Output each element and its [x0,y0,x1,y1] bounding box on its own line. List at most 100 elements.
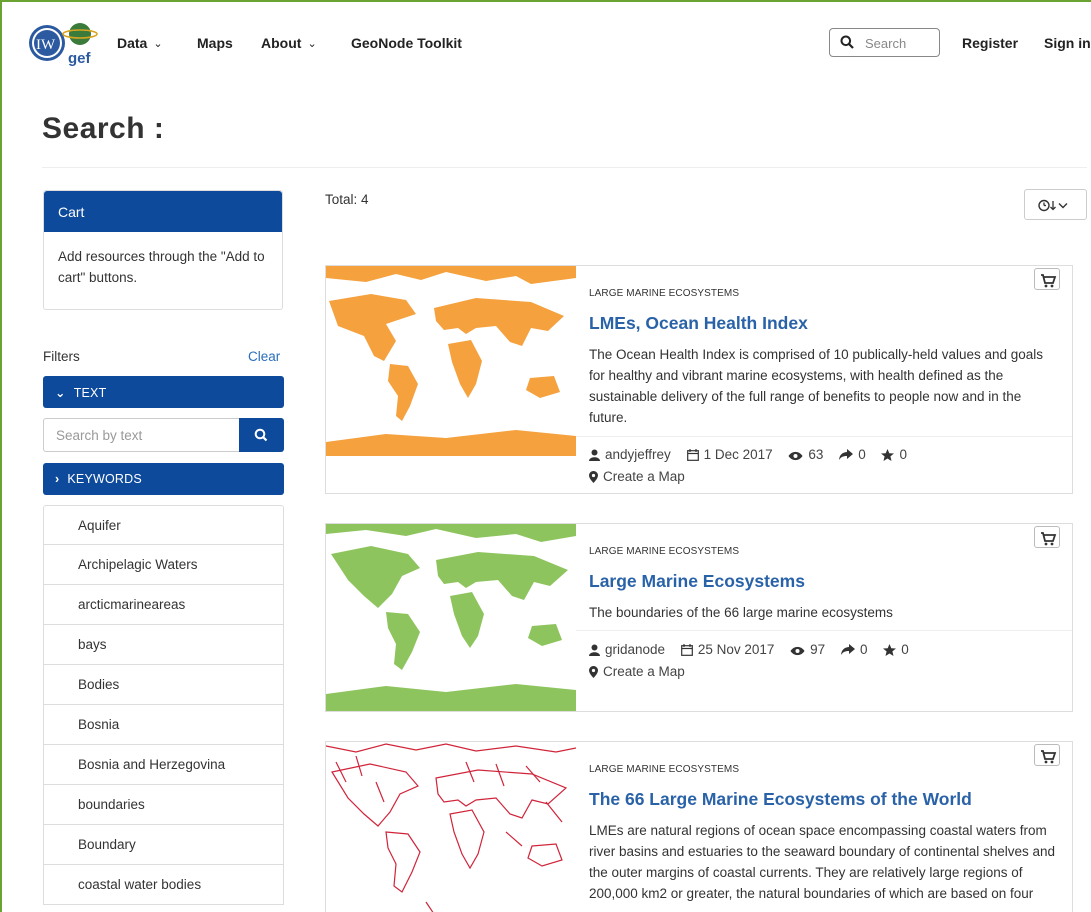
map-marker-icon [589,666,598,678]
search-icon [840,35,854,52]
result-meta: andyjeffrey 1 Dec 2017 63 0 0 [589,447,919,462]
date-value: 25 Nov 2017 [697,642,775,657]
rating-value: 0 [901,642,909,657]
owner[interactable]: andyjeffrey [589,447,671,462]
keyword-item[interactable]: Aquifer [43,505,284,545]
nav-geonode-toolkit[interactable]: GeoNode Toolkit [351,35,462,51]
map-marker-icon [589,471,598,483]
divider [42,167,1087,168]
keywords-list: Aquifer Archipelagic Waters arcticmarine… [43,505,284,905]
chevron-down-icon [1058,203,1068,209]
results-total: Total: 4 [325,192,369,207]
user-icon [589,644,600,656]
views: 63 [788,447,823,462]
nav-about[interactable]: About ⌄ [261,35,317,51]
result-card: LARGE MARINE ECOSYSTEMS Large Marine Eco… [325,523,1073,712]
nav-data[interactable]: Data ⌄ [117,35,163,51]
cart-title: Cart [44,191,282,232]
keyword-item[interactable]: bays [43,625,284,665]
filter-section-keywords-label: KEYWORDS [67,472,142,486]
create-map-label: Create a Map [603,664,685,679]
layer-thumbnail-66-lmes[interactable] [326,742,576,912]
share-icon [840,644,855,655]
result-abstract: The boundaries of the 66 large marine ec… [589,605,893,620]
page-title: Search : [42,112,165,145]
divider [576,630,1072,631]
keyword-item[interactable]: Bodies [43,665,284,705]
nav-search-input[interactable]: Search [829,28,940,57]
sort-desc-icon [1050,201,1056,211]
add-to-cart-button[interactable] [1034,268,1060,290]
views-count: 63 [808,447,824,462]
result-title[interactable]: LMEs, Ocean Health Index [589,313,808,334]
calendar-icon [686,449,699,461]
clear-filters-link[interactable]: Clear [248,349,280,364]
result-abstract: The Ocean Health Index is comprised of 1… [589,347,1044,425]
shares-count: 0 [858,447,866,462]
result-category: LARGE MARINE ECOSYSTEMS [589,288,740,299]
owner[interactable]: gridanode [589,642,665,657]
shares: 0 [839,447,866,462]
calendar-icon [680,644,693,656]
sort-button[interactable] [1024,189,1087,220]
filter-section-text[interactable]: ⌄ TEXT [43,376,284,408]
filter-section-keywords[interactable]: › KEYWORDS [43,463,284,495]
result-meta: gridanode 25 Nov 2017 97 0 0 [589,642,921,657]
logo-text-sub: gef [68,50,92,66]
navbar: IW gef Data ⌄ Maps About ⌄ GeoNode Toolkit… [2,2,1091,86]
keyword-item[interactable]: Bosnia [43,705,284,745]
result-card: LARGE MARINE ECOSYSTEMS LMEs, Ocean Heal… [325,265,1073,494]
create-map-link[interactable]: Create a Map [589,664,685,679]
keyword-item[interactable]: arcticmarineareas [43,585,284,625]
sign-in-link[interactable]: Sign in [1044,35,1091,51]
page-frame: IW gef Data ⌄ Maps About ⌄ GeoNode Toolkit… [0,0,1091,912]
keyword-item[interactable]: Bosnia and Herzegovina [43,745,284,785]
nav-search-placeholder: Search [865,36,907,51]
result-title[interactable]: Large Marine Ecosystems [589,571,805,592]
eye-icon [788,451,803,461]
search-by-text-input[interactable]: Search by text [43,418,239,452]
rating: 0 [883,642,909,657]
user-icon [589,449,600,461]
layer-thumbnail-large-marine-ecosystems[interactable] [326,524,576,712]
date: 25 Nov 2017 [680,642,775,657]
star-icon [883,644,897,656]
keyword-item[interactable]: Boundary [43,825,284,865]
owner-name: andyjeffrey [605,447,671,462]
add-to-cart-button[interactable] [1034,526,1060,548]
result-card: LARGE MARINE ECOSYSTEMS The 66 Large Mar… [325,741,1073,912]
result-category: LARGE MARINE ECOSYSTEMS [589,764,740,775]
star-icon [881,449,895,461]
text-search-button[interactable] [239,418,284,452]
eye-icon [790,646,805,656]
search-icon [254,428,268,442]
iw-gef-logo[interactable]: IW gef [28,20,100,67]
keyword-item[interactable]: coastal water bodies [43,865,284,905]
rating: 0 [881,447,907,462]
cart-panel: Cart Add resources through the "Add to c… [43,190,283,310]
divider [576,436,1072,437]
result-title[interactable]: The 66 Large Marine Ecosystems of the Wo… [589,789,972,810]
register-link[interactable]: Register [962,35,1018,51]
filters-label: Filters [43,349,80,364]
chevron-down-icon: ⌄ [307,38,317,50]
owner-name: gridanode [605,642,666,657]
shares: 0 [840,642,868,657]
date: 1 Dec 2017 [686,447,773,462]
chevron-down-icon: ⌄ [55,386,66,400]
cart-icon [1041,274,1057,288]
shares-count: 0 [859,642,868,657]
result-category: LARGE MARINE ECOSYSTEMS [589,546,740,557]
date-value: 1 Dec 2017 [703,447,773,462]
keyword-item[interactable]: boundaries [43,785,284,825]
rating-value: 0 [899,447,907,462]
add-to-cart-button[interactable] [1034,744,1060,766]
create-map-link[interactable]: Create a Map [589,469,685,484]
views: 97 [790,642,825,657]
views-count: 97 [810,642,826,657]
layer-thumbnail-ocean-health[interactable] [326,266,576,456]
keyword-item[interactable]: Archipelagic Waters [43,545,284,585]
chevron-right-icon: › [55,472,60,486]
nav-maps[interactable]: Maps [197,35,233,51]
cart-icon [1041,532,1057,546]
